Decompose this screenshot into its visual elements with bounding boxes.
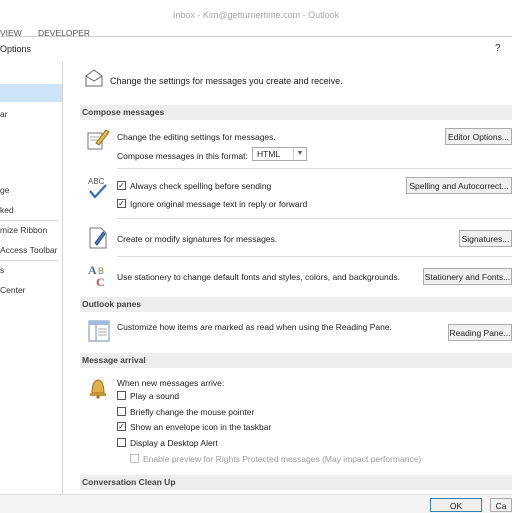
- spelling-abc-icon: ABC: [88, 177, 107, 199]
- compose-format-value: HTML: [257, 149, 281, 159]
- svg-text:C: C: [96, 275, 105, 288]
- rights-preview-label: Enable preview for Rights Protected mess…: [143, 454, 422, 464]
- nav-item[interactable]: [0, 66, 62, 84]
- stationery-fonts-icon: A C B: [88, 263, 105, 288]
- signatures-text: Create or modify signatures for messages…: [117, 234, 278, 244]
- help-button[interactable]: ?: [495, 43, 501, 54]
- compose-format-select[interactable]: HTML ▼: [252, 147, 307, 161]
- change-pointer-checkbox[interactable]: [117, 407, 126, 416]
- nav-item-quick-access-toolbar[interactable]: Access Toolbar: [0, 241, 62, 259]
- envelope-icon-checkbox[interactable]: ✓: [117, 422, 126, 431]
- change-pointer-label: Briefly change the mouse pointer: [130, 407, 255, 417]
- editing-settings-text: Change the editing settings for messages…: [117, 132, 276, 142]
- svg-text:B: B: [98, 266, 104, 276]
- spelling-autocorrect-button[interactable]: Spelling and Autocorrect...: [406, 177, 512, 194]
- svg-text:ABC: ABC: [88, 177, 105, 186]
- intro-text: Change the settings for messages you cre…: [110, 76, 343, 86]
- nav-item-trust-center[interactable]: Center: [0, 281, 62, 299]
- signatures-button[interactable]: Signatures...: [459, 230, 512, 247]
- section-message-arrival: Message arrival: [80, 353, 512, 368]
- bell-icon: [90, 379, 106, 399]
- options-nav: ar ge ked mize Ribbon Access Toolbar s C…: [0, 62, 63, 502]
- section-conversation-cleanup: Conversation Clean Up: [80, 475, 512, 490]
- envelope-icon: [85, 69, 103, 87]
- compose-format-label: Compose messages in this format:: [117, 151, 248, 161]
- divider: [117, 168, 512, 169]
- reading-pane-button[interactable]: Reading Pane...: [448, 324, 512, 341]
- ignore-original-checkbox[interactable]: ✓: [117, 199, 126, 208]
- chevron-down-icon[interactable]: ▼: [293, 148, 306, 160]
- ignore-original-label: Ignore original message text in reply or…: [130, 199, 308, 209]
- cancel-button[interactable]: Ca: [490, 498, 512, 512]
- nav-item-customize-ribbon[interactable]: mize Ribbon: [0, 221, 62, 239]
- desktop-alert-label: Display a Desktop Alert: [130, 438, 218, 448]
- section-compose-messages: Compose messages: [80, 105, 512, 120]
- divider: [117, 218, 512, 219]
- stationery-fonts-button[interactable]: Stationery and Fonts...: [423, 268, 512, 285]
- editing-pen-icon: [87, 129, 110, 150]
- rights-preview-checkbox[interactable]: [130, 454, 139, 463]
- envelope-icon-label: Show an envelope icon in the taskbar: [130, 422, 272, 432]
- divider: [117, 256, 512, 257]
- window-title: Inbox - Kim@getturnertime.com - Outlook: [172, 10, 340, 20]
- nav-item-language[interactable]: ge: [0, 181, 62, 199]
- spell-check-label: Always check spelling before sending: [130, 181, 272, 191]
- stationery-text: Use stationery to change default fonts a…: [117, 272, 401, 282]
- play-sound-label: Play a sound: [130, 391, 180, 401]
- reading-pane-text: Customize how items are marked as read w…: [117, 322, 392, 332]
- reading-pane-icon: [88, 320, 110, 342]
- nav-item-mail[interactable]: [0, 84, 62, 102]
- nav-item-advanced[interactable]: ked: [0, 201, 62, 219]
- desktop-alert-checkbox[interactable]: [117, 438, 126, 447]
- dialog-title: Options: [0, 44, 32, 54]
- play-sound-checkbox[interactable]: [117, 391, 126, 400]
- ok-button[interactable]: OK: [430, 498, 482, 512]
- section-outlook-panes: Outlook panes: [80, 297, 512, 312]
- nav-item-add-ins[interactable]: s: [0, 261, 62, 279]
- arrival-label: When new messages arrive:: [117, 378, 225, 388]
- nav-item-calendar[interactable]: ar: [0, 105, 62, 123]
- signature-icon: [89, 227, 107, 249]
- editor-options-button[interactable]: Editor Options...: [445, 128, 512, 145]
- spell-check-checkbox[interactable]: ✓: [117, 181, 126, 190]
